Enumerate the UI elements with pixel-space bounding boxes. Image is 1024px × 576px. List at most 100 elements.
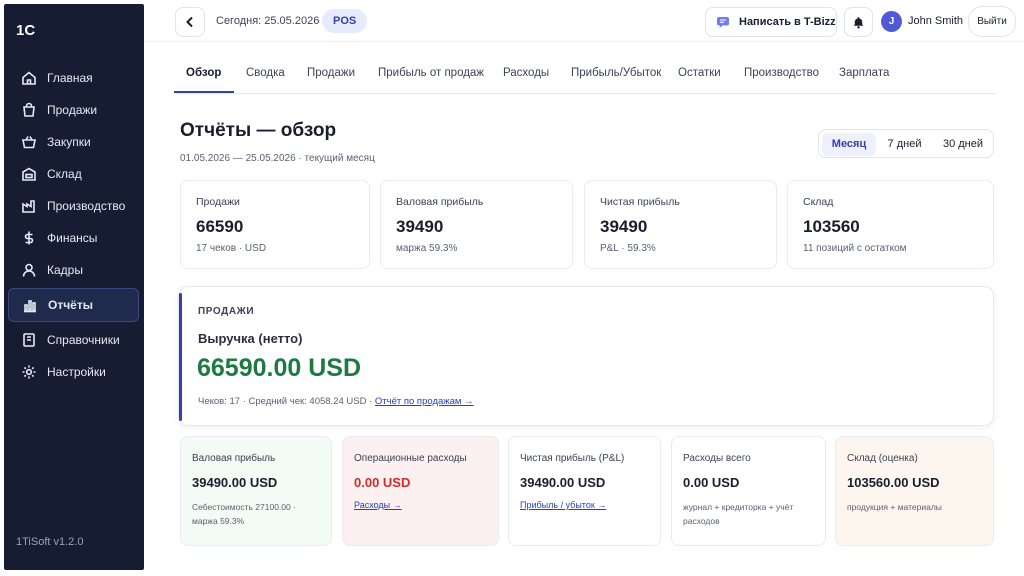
card-value: 0.00 USD xyxy=(354,475,411,490)
card-note: Себестоимость 27100.00 · маржа 59.3% xyxy=(192,502,296,526)
sidebar-item-directories[interactable]: Справочники xyxy=(8,324,139,356)
tab-sales[interactable]: Продажи xyxy=(307,67,355,79)
card-value: 39490.00 USD xyxy=(192,475,278,490)
tab-overview[interactable]: Обзор xyxy=(186,67,221,79)
sidebar-item-purchases[interactable]: Закупки xyxy=(8,126,139,158)
sidebar-item-label: Производство xyxy=(47,199,126,213)
card-label: Операционные расходы xyxy=(354,453,467,464)
kpi-label: Чистая прибыль xyxy=(600,196,680,208)
summary-card-total-expenses: Расходы всего 0.00 USD журнал + кредитор… xyxy=(671,436,826,546)
period-toggle: Месяц 7 дней 30 дней xyxy=(818,129,994,158)
tab-stock[interactable]: Остатки xyxy=(678,67,721,79)
chevron-left-icon xyxy=(186,16,193,28)
tab-payroll[interactable]: Зарплата xyxy=(839,67,889,79)
expenses-link[interactable]: Расходы → xyxy=(354,500,402,510)
factory-icon xyxy=(20,197,38,215)
kpi-note: 17 чеков · USD xyxy=(196,243,267,254)
app-version: 1TiSoft v1.2.0 xyxy=(16,536,84,548)
summary-card-warehouse-value: Склад (оценка) 103560.00 USD продукция +… xyxy=(835,436,994,546)
notifications-button[interactable] xyxy=(844,7,873,37)
accent-bar xyxy=(179,293,182,421)
kpi-note: 11 позиций с остатком xyxy=(803,243,907,254)
sidebar-item-label: Справочники xyxy=(47,333,120,347)
kpi-value: 39490 xyxy=(600,217,648,236)
sidebar-item-warehouse[interactable]: Склад xyxy=(8,158,139,190)
card-label: Склад (оценка) xyxy=(847,453,918,464)
card-note: продукция + материалы xyxy=(847,502,942,512)
home-icon xyxy=(20,69,38,87)
sidebar-nav: Главная Продажи Закупки Склад Производст… xyxy=(4,62,144,388)
sidebar-item-settings[interactable]: Настройки xyxy=(8,356,139,388)
sidebar-item-production[interactable]: Производство xyxy=(8,190,139,222)
sidebar-item-label: Кадры xyxy=(47,263,83,277)
active-tab-indicator xyxy=(174,91,234,93)
sidebar-item-home[interactable]: Главная xyxy=(8,62,139,94)
period-30days-button[interactable]: 30 дней xyxy=(934,133,992,156)
sidebar-item-label: Отчёты xyxy=(48,298,93,312)
card-note: журнал + кредиторка + учёт расходов xyxy=(683,502,794,526)
sidebar-item-reports[interactable]: Отчёты xyxy=(8,288,139,322)
bell-icon xyxy=(853,16,864,29)
kpi-card-sales[interactable]: Продажи 66590 17 чеков · USD xyxy=(180,180,370,269)
tab-expenses[interactable]: Расходы xyxy=(503,67,549,79)
report-tabs: Обзор Сводка Продажи Прибыль от продаж Р… xyxy=(174,58,996,94)
dollar-icon xyxy=(20,229,38,247)
period-7days-button[interactable]: 7 дней xyxy=(877,133,932,156)
section-kicker: ПРОДАЖИ xyxy=(198,306,255,317)
page-subtitle: 01.05.2026 — 25.05.2026 · текущий месяц xyxy=(180,153,375,164)
today-date: Сегодня: 25.05.2026 xyxy=(216,15,320,27)
pos-badge[interactable]: POS xyxy=(322,9,368,33)
summary-card-gross-profit: Валовая прибыль 39490.00 USD Себестоимос… xyxy=(180,436,332,546)
card-label: Чистая прибыль (P&L) xyxy=(520,453,625,464)
logout-button[interactable]: Выйти xyxy=(968,6,1016,37)
card-label: Расходы всего xyxy=(683,453,751,464)
page-title: Отчёты — обзор xyxy=(180,120,337,141)
kpi-note: P&L · 59.3% xyxy=(600,243,656,254)
shopping-bag-icon xyxy=(20,101,38,119)
kpi-card-gross-profit[interactable]: Валовая прибыль 39490 маржа 59.3% xyxy=(380,180,573,269)
sidebar-item-label: Продажи xyxy=(47,103,98,117)
kpi-card-net-profit[interactable]: Чистая прибыль 39490 P&L · 59.3% xyxy=(584,180,777,269)
tab-sales-profit[interactable]: Прибыль от продаж xyxy=(378,67,484,79)
sidebar-item-finance[interactable]: Финансы xyxy=(8,222,139,254)
revenue-value: 66590.00 USD xyxy=(197,354,362,382)
kpi-card-warehouse[interactable]: Склад 103560 11 позиций с остатком xyxy=(787,180,994,269)
gear-icon xyxy=(20,363,38,381)
kpi-value: 66590 xyxy=(196,217,244,236)
tab-production[interactable]: Производство xyxy=(744,67,819,79)
sales-revenue-card: ПРОДАЖИ Выручка (нетто) 66590.00 USD Чек… xyxy=(178,286,994,426)
sidebar-item-label: Закупки xyxy=(47,135,91,149)
chat-icon xyxy=(717,17,729,28)
tbizz-button-label: Написать в T-Bizz xyxy=(739,16,836,28)
summary-card-net-profit: Чистая прибыль (P&L) 39490.00 USD Прибыл… xyxy=(508,436,661,546)
sidebar-item-label: Главная xyxy=(47,71,93,85)
revenue-meta: Чеков: 17 · Средний чек: 4058.24 USD · О… xyxy=(198,396,474,407)
back-button[interactable] xyxy=(175,7,205,37)
kpi-note: маржа 59.3% xyxy=(396,243,458,254)
revenue-meta-text: Чеков: 17 · Средний чек: 4058.24 USD · xyxy=(198,396,375,407)
kpi-value: 103560 xyxy=(803,217,860,236)
tab-summary[interactable]: Сводка xyxy=(246,67,285,79)
tab-profit-loss[interactable]: Прибыль/Убыток xyxy=(571,67,661,79)
sidebar-item-label: Финансы xyxy=(47,231,98,245)
sidebar-item-label: Настройки xyxy=(47,365,106,379)
basket-icon xyxy=(20,133,38,151)
app-logo[interactable]: 1C xyxy=(16,22,35,39)
kpi-value: 39490 xyxy=(396,217,444,236)
kpi-label: Продажи xyxy=(196,196,240,208)
warehouse-icon xyxy=(20,165,38,183)
sidebar-item-staff[interactable]: Кадры xyxy=(8,254,139,286)
tbizz-message-button[interactable]: Написать в T-Bizz xyxy=(705,7,837,37)
profit-loss-link[interactable]: Прибыль / убыток → xyxy=(520,500,606,510)
card-value: 0.00 USD xyxy=(683,475,740,490)
kpi-label: Склад xyxy=(803,196,834,208)
period-month-button[interactable]: Месяц xyxy=(822,133,876,156)
user-name[interactable]: John Smith xyxy=(908,15,963,27)
card-value: 39490.00 USD xyxy=(520,475,606,490)
book-icon xyxy=(20,331,38,349)
avatar[interactable]: J xyxy=(881,11,902,32)
topbar: Сегодня: 25.05.2026 POS Написать в T-Biz… xyxy=(144,0,1024,42)
kpi-label: Валовая прибыль xyxy=(396,196,484,208)
sidebar-item-sales[interactable]: Продажи xyxy=(8,94,139,126)
sales-report-link[interactable]: Отчёт по продажам → xyxy=(375,396,474,407)
